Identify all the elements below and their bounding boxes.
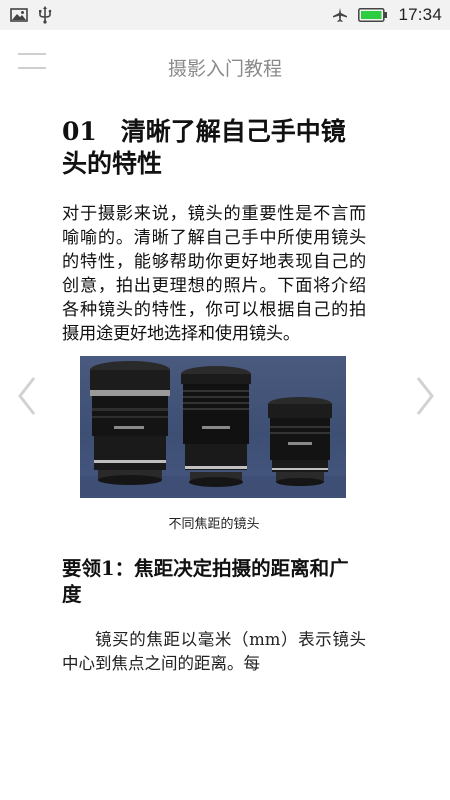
- chapter-number: 01: [62, 117, 97, 146]
- status-left-icons: [10, 6, 52, 24]
- intro-paragraph: 对于摄影来说，镜头的重要性是不言而喻喻的。清晰了解自己手中所使用镜头的特性，能够…: [62, 204, 366, 344]
- image-icon: [10, 8, 28, 22]
- lens-illustration: [80, 361, 346, 498]
- image-caption: 不同焦距的镜头: [168, 517, 260, 532]
- previous-page-button[interactable]: [12, 372, 40, 420]
- article-content: 01 清晰了解自己手中镜头的特性 对于摄影来说，镜头的重要性是不言而喻喻的。清晰了…: [62, 102, 366, 676]
- battery-icon: [358, 8, 388, 22]
- body-paragraph: 镜买的焦距以毫米（mm）表示镜头中心到焦点之间的距离。每: [62, 630, 366, 673]
- airplane-mode-icon: [332, 7, 348, 23]
- usb-icon: [38, 6, 52, 24]
- lens-left: [90, 361, 170, 485]
- status-right-icons: 17:34: [332, 5, 442, 25]
- app-title: 摄影入门教程: [167, 58, 282, 80]
- lens-right: [268, 397, 332, 486]
- chevron-right-icon: [416, 377, 434, 415]
- chapter-title-text: 清晰了解自己手中镜头的特性: [62, 117, 346, 178]
- lens-photo: [80, 356, 346, 498]
- chevron-left-icon: [18, 377, 36, 415]
- next-page-button[interactable]: [412, 372, 440, 420]
- chapter-title: 01 清晰了解自己手中镜头的特性: [62, 116, 366, 180]
- section-heading: 要领1：焦距决定拍摄的距离和广度: [62, 557, 349, 606]
- status-bar: 17:34: [0, 0, 450, 30]
- app-bar: 摄影入门教程: [0, 30, 450, 102]
- status-time: 17:34: [398, 5, 442, 24]
- lens-middle: [181, 366, 251, 487]
- reader-screen: 17:34 摄影入门教程 01 清晰了解自己手中镜头的特性 对于摄影来说，镜头的重…: [0, 0, 450, 800]
